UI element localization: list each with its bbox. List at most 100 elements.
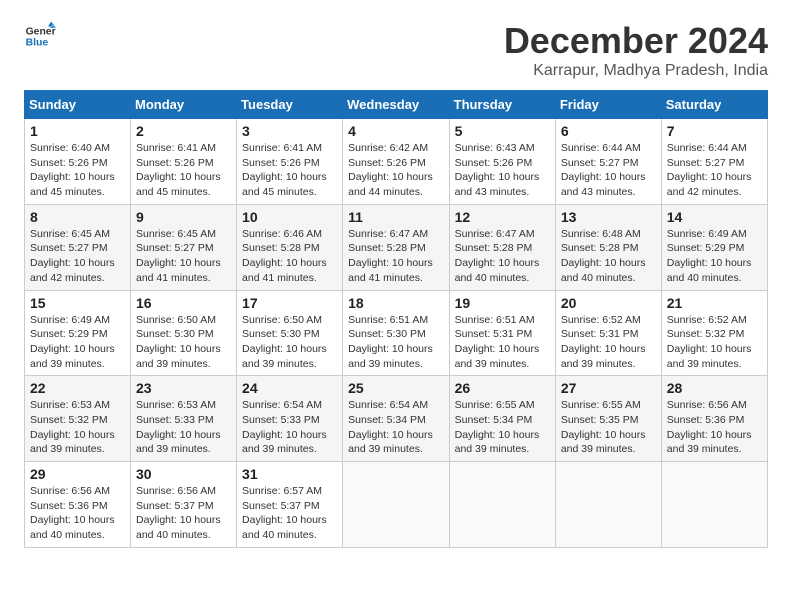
day-detail: Sunrise: 6:43 AMSunset: 5:26 PMDaylight:… <box>455 142 540 198</box>
day-detail: Sunrise: 6:55 AMSunset: 5:35 PMDaylight:… <box>561 399 646 455</box>
day-number: 6 <box>561 123 656 139</box>
calendar-cell <box>343 462 449 548</box>
day-detail: Sunrise: 6:47 AMSunset: 5:28 PMDaylight:… <box>455 228 540 284</box>
calendar-cell <box>661 462 767 548</box>
day-detail: Sunrise: 6:41 AMSunset: 5:26 PMDaylight:… <box>136 142 221 198</box>
calendar-cell: 15 Sunrise: 6:49 AMSunset: 5:29 PMDayligh… <box>25 290 131 376</box>
calendar-cell: 17 Sunrise: 6:50 AMSunset: 5:30 PMDayligh… <box>237 290 343 376</box>
day-number: 7 <box>667 123 762 139</box>
day-detail: Sunrise: 6:56 AMSunset: 5:36 PMDaylight:… <box>30 485 115 541</box>
day-header-thursday: Thursday <box>449 91 555 119</box>
calendar-cell: 8 Sunrise: 6:45 AMSunset: 5:27 PMDaylight… <box>25 204 131 290</box>
day-detail: Sunrise: 6:49 AMSunset: 5:29 PMDaylight:… <box>30 314 115 370</box>
logo-icon: General Blue <box>24 20 56 52</box>
day-detail: Sunrise: 6:52 AMSunset: 5:31 PMDaylight:… <box>561 314 646 370</box>
calendar-week-row: 15 Sunrise: 6:49 AMSunset: 5:29 PMDayligh… <box>25 290 768 376</box>
day-number: 13 <box>561 209 656 225</box>
day-number: 2 <box>136 123 231 139</box>
calendar-cell: 27 Sunrise: 6:55 AMSunset: 5:35 PMDayligh… <box>555 376 661 462</box>
day-header-saturday: Saturday <box>661 91 767 119</box>
day-detail: Sunrise: 6:50 AMSunset: 5:30 PMDaylight:… <box>136 314 221 370</box>
day-number: 18 <box>348 295 443 311</box>
calendar-cell: 5 Sunrise: 6:43 AMSunset: 5:26 PMDaylight… <box>449 119 555 205</box>
day-detail: Sunrise: 6:56 AMSunset: 5:37 PMDaylight:… <box>136 485 221 541</box>
day-detail: Sunrise: 6:53 AMSunset: 5:33 PMDaylight:… <box>136 399 221 455</box>
day-header-monday: Monday <box>131 91 237 119</box>
day-number: 30 <box>136 466 231 482</box>
calendar-week-row: 22 Sunrise: 6:53 AMSunset: 5:32 PMDayligh… <box>25 376 768 462</box>
calendar-cell: 26 Sunrise: 6:55 AMSunset: 5:34 PMDayligh… <box>449 376 555 462</box>
calendar-week-row: 29Sunrise: 6:56 AMSunset: 5:36 PMDayligh… <box>25 462 768 548</box>
calendar-cell: 6 Sunrise: 6:44 AMSunset: 5:27 PMDaylight… <box>555 119 661 205</box>
calendar-cell: 24Sunrise: 6:54 AMSunset: 5:33 PMDayligh… <box>237 376 343 462</box>
day-number: 22 <box>30 380 125 396</box>
day-detail: Sunrise: 6:55 AMSunset: 5:34 PMDaylight:… <box>455 399 540 455</box>
subtitle: Karrapur, Madhya Pradesh, India <box>504 62 768 80</box>
day-number: 14 <box>667 209 762 225</box>
calendar-cell: 4 Sunrise: 6:42 AMSunset: 5:26 PMDaylight… <box>343 119 449 205</box>
calendar-cell: 11Sunrise: 6:47 AMSunset: 5:28 PMDayligh… <box>343 204 449 290</box>
day-detail: Sunrise: 6:48 AMSunset: 5:28 PMDaylight:… <box>561 228 646 284</box>
day-number: 21 <box>667 295 762 311</box>
calendar-cell: 30 Sunrise: 6:56 AMSunset: 5:37 PMDayligh… <box>131 462 237 548</box>
calendar-cell: 21 Sunrise: 6:52 AMSunset: 5:32 PMDayligh… <box>661 290 767 376</box>
calendar-cell: 2 Sunrise: 6:41 AMSunset: 5:26 PMDaylight… <box>131 119 237 205</box>
day-number: 8 <box>30 209 125 225</box>
day-detail: Sunrise: 6:44 AMSunset: 5:27 PMDaylight:… <box>667 142 752 198</box>
day-detail: Sunrise: 6:53 AMSunset: 5:32 PMDaylight:… <box>30 399 115 455</box>
day-detail: Sunrise: 6:41 AMSunset: 5:26 PMDaylight:… <box>242 142 327 198</box>
logo: General Blue <box>24 20 56 52</box>
day-detail: Sunrise: 6:45 AMSunset: 5:27 PMDaylight:… <box>136 228 221 284</box>
calendar-cell: 13 Sunrise: 6:48 AMSunset: 5:28 PMDayligh… <box>555 204 661 290</box>
day-detail: Sunrise: 6:51 AMSunset: 5:30 PMDaylight:… <box>348 314 433 370</box>
calendar-cell: 3 Sunrise: 6:41 AMSunset: 5:26 PMDaylight… <box>237 119 343 205</box>
day-detail: Sunrise: 6:45 AMSunset: 5:27 PMDaylight:… <box>30 228 115 284</box>
calendar-cell: 14Sunrise: 6:49 AMSunset: 5:29 PMDayligh… <box>661 204 767 290</box>
day-header-sunday: Sunday <box>25 91 131 119</box>
day-detail: Sunrise: 6:50 AMSunset: 5:30 PMDaylight:… <box>242 314 327 370</box>
calendar-week-row: 1 Sunrise: 6:40 AMSunset: 5:26 PMDaylight… <box>25 119 768 205</box>
calendar-cell: 19Sunrise: 6:51 AMSunset: 5:31 PMDayligh… <box>449 290 555 376</box>
day-number: 27 <box>561 380 656 396</box>
day-detail: Sunrise: 6:47 AMSunset: 5:28 PMDaylight:… <box>348 228 433 284</box>
calendar-cell <box>449 462 555 548</box>
calendar-cell: 28 Sunrise: 6:56 AMSunset: 5:36 PMDayligh… <box>661 376 767 462</box>
day-number: 3 <box>242 123 337 139</box>
day-number: 20 <box>561 295 656 311</box>
calendar-table: SundayMondayTuesdayWednesdayThursdayFrid… <box>24 90 768 548</box>
calendar-cell: 25Sunrise: 6:54 AMSunset: 5:34 PMDayligh… <box>343 376 449 462</box>
day-number: 28 <box>667 380 762 396</box>
day-number: 19 <box>455 295 550 311</box>
calendar-cell: 23 Sunrise: 6:53 AMSunset: 5:33 PMDayligh… <box>131 376 237 462</box>
day-detail: Sunrise: 6:56 AMSunset: 5:36 PMDaylight:… <box>667 399 752 455</box>
svg-text:Blue: Blue <box>26 38 49 49</box>
day-number: 5 <box>455 123 550 139</box>
day-number: 31 <box>242 466 337 482</box>
day-detail: Sunrise: 6:46 AMSunset: 5:28 PMDaylight:… <box>242 228 327 284</box>
day-number: 12 <box>455 209 550 225</box>
day-number: 26 <box>455 380 550 396</box>
day-number: 4 <box>348 123 443 139</box>
day-number: 1 <box>30 123 125 139</box>
calendar-header-row: SundayMondayTuesdayWednesdayThursdayFrid… <box>25 91 768 119</box>
day-number: 25 <box>348 380 443 396</box>
day-detail: Sunrise: 6:44 AMSunset: 5:27 PMDaylight:… <box>561 142 646 198</box>
day-header-wednesday: Wednesday <box>343 91 449 119</box>
day-number: 24 <box>242 380 337 396</box>
day-number: 17 <box>242 295 337 311</box>
calendar-cell <box>555 462 661 548</box>
day-number: 10 <box>242 209 337 225</box>
day-number: 15 <box>30 295 125 311</box>
calendar-cell: 31Sunrise: 6:57 AMSunset: 5:37 PMDayligh… <box>237 462 343 548</box>
day-number: 23 <box>136 380 231 396</box>
svg-text:General: General <box>26 26 56 37</box>
calendar-cell: 9Sunrise: 6:45 AMSunset: 5:27 PMDaylight… <box>131 204 237 290</box>
calendar-week-row: 8 Sunrise: 6:45 AMSunset: 5:27 PMDaylight… <box>25 204 768 290</box>
calendar-cell: 22 Sunrise: 6:53 AMSunset: 5:32 PMDayligh… <box>25 376 131 462</box>
calendar-cell: 7 Sunrise: 6:44 AMSunset: 5:27 PMDaylight… <box>661 119 767 205</box>
calendar-cell: 16Sunrise: 6:50 AMSunset: 5:30 PMDayligh… <box>131 290 237 376</box>
calendar-cell: 1 Sunrise: 6:40 AMSunset: 5:26 PMDaylight… <box>25 119 131 205</box>
day-detail: Sunrise: 6:52 AMSunset: 5:32 PMDaylight:… <box>667 314 752 370</box>
day-detail: Sunrise: 6:42 AMSunset: 5:26 PMDaylight:… <box>348 142 433 198</box>
day-detail: Sunrise: 6:40 AMSunset: 5:26 PMDaylight:… <box>30 142 115 198</box>
